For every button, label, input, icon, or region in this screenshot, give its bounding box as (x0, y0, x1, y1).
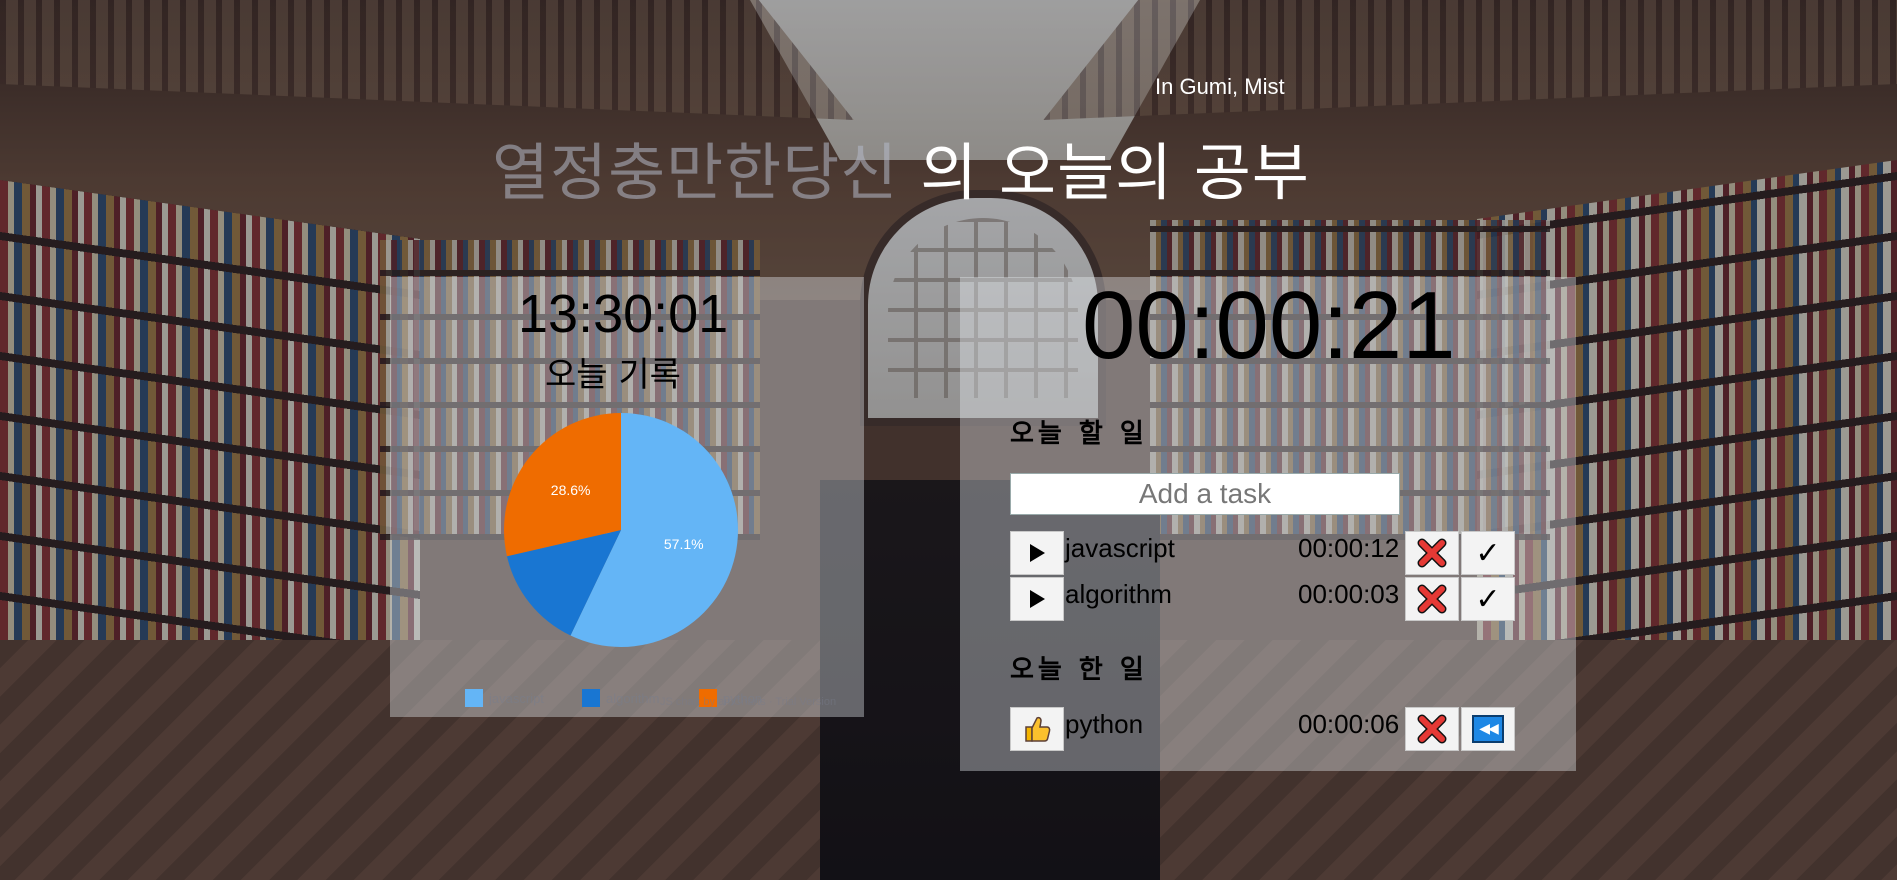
restore-task-button[interactable]: ◀◀ (1461, 707, 1515, 751)
task-time: 00:00:12 (1298, 533, 1400, 563)
legend-label-algorithm: algorithm (606, 691, 659, 706)
cross-mark-icon (1417, 538, 1447, 568)
done-section-title: 오늘 한 일 (1010, 655, 1148, 685)
todo-section-title: 오늘 할 일 (1010, 419, 1148, 449)
chart-watermark: JS chart by amCharts · Trial Version (660, 696, 836, 708)
task-time: 00:00:03 (1298, 579, 1400, 609)
pie-slice-label: 28.6% (551, 482, 591, 498)
delete-task-button[interactable] (1405, 577, 1459, 621)
task-name: javascript (1065, 533, 1175, 563)
legend-label-javascript: javascript (488, 691, 544, 706)
cross-mark-icon (1417, 714, 1447, 744)
username[interactable]: 열정충만한당신 (492, 136, 898, 209)
play-icon (1030, 590, 1045, 608)
page-title-text: 의 오늘의 공부 (920, 136, 1310, 209)
pie-slice-label: 57.1% (664, 536, 704, 552)
legend-swatch-javascript[interactable] (465, 689, 483, 707)
play-button[interactable] (1010, 577, 1064, 621)
todo-item: algorithm 00:00:03 ✓ (1010, 577, 1560, 621)
check-icon: ✓ (1475, 581, 1501, 617)
play-button[interactable] (1010, 531, 1064, 575)
legend-swatch-algorithm[interactable] (582, 689, 600, 707)
task-time: 00:00:06 (1298, 709, 1400, 739)
today-record-panel: 13:30:01 오늘 기록 57.1% 28.6% javascript algor… (390, 277, 864, 717)
delete-task-button[interactable] (1405, 531, 1459, 575)
play-icon (1030, 544, 1045, 562)
done-item: python 00:00:06 ◀◀ (1010, 707, 1560, 751)
delete-task-button[interactable] (1405, 707, 1459, 751)
task-name: algorithm (1065, 579, 1172, 609)
study-timer: 00:00:21 (1082, 272, 1456, 379)
weather-text: In Gumi, Mist (1155, 74, 1285, 99)
complete-task-button[interactable]: ✓ (1461, 577, 1515, 621)
todo-item: javascript 00:00:12 ✓ (1010, 531, 1560, 575)
study-time-pie-chart: 57.1%28.6%javascript algorithm pythonJS ch… (465, 413, 836, 708)
check-icon: ✓ (1475, 535, 1501, 571)
cross-mark-icon (1417, 584, 1447, 614)
task-name: python (1065, 709, 1144, 739)
task-panel: 00:00:21 오늘 할 일 Add a task javascript 00… (960, 272, 1576, 771)
complete-task-button[interactable]: ✓ (1461, 531, 1515, 575)
add-task-input[interactable]: Add a task (1010, 473, 1400, 515)
rewind-icon: ◀◀ (1472, 715, 1504, 743)
thumbs-up-button[interactable] (1010, 707, 1064, 751)
page-title: 열정충만한당신 의 오늘의 공부 (492, 122, 1310, 212)
thumbs-up-icon (1025, 716, 1051, 742)
